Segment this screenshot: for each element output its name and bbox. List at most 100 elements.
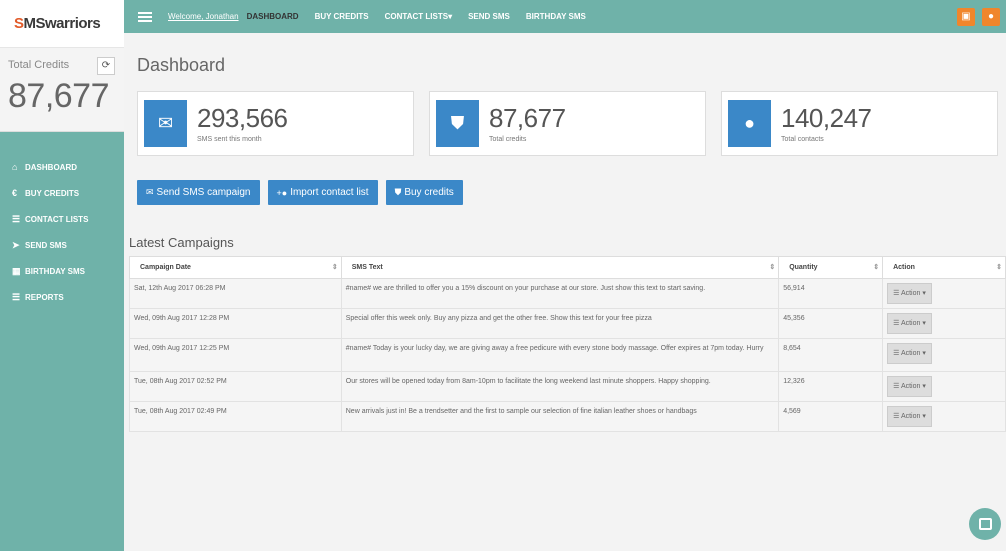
stat-value: 140,247 [781, 103, 872, 133]
column-header-action[interactable]: Action ⇕ [882, 256, 1006, 279]
stat-card-sms-sent: ✉ 293,566 SMS sent this month [137, 91, 414, 156]
table-row: Wed, 09th Aug 2017 12:28 PM Special offe… [129, 308, 1006, 339]
column-header-quantity[interactable]: Quantity ⇕ [778, 256, 884, 279]
sidebar-item-label: BUY CREDITS [25, 188, 80, 198]
stat-card-credits: ⛊ 87,677 Total credits [429, 91, 706, 156]
stat-card-contacts: ● 140,247 Total contacts [721, 91, 998, 156]
cell-action: ☰ Action ▾ [882, 308, 1006, 339]
sidebar-item-reports[interactable]: ☰ REPORTS [0, 284, 124, 310]
shield-icon: ⛊ [394, 187, 402, 197]
sidebar-item-birthday-sms[interactable]: ▦ BIRTHDAY SMS [0, 258, 124, 284]
cell-sms-text: Special offer this week only. Buy any pi… [340, 308, 780, 339]
stat-value: 293,566 [197, 103, 288, 133]
list-icon: ☰ [893, 290, 901, 297]
sidebar-item-label: SEND SMS [25, 240, 67, 250]
sidebar-item-dashboard[interactable]: ⌂ DASHBOARD [0, 154, 124, 180]
sort-icon: ⇕ [769, 264, 776, 271]
nav-send-sms[interactable]: SEND SMS [468, 12, 510, 21]
import-contact-list-button[interactable]: +● Import contact list [267, 180, 378, 205]
cell-sms-text: #name# we are thrilled to offer you a 15… [340, 278, 780, 309]
caret-down-icon: ▾ [920, 383, 926, 390]
logo[interactable]: SMSwarriors [0, 0, 124, 48]
caret-down-icon: ▾ [448, 12, 453, 21]
welcome-link[interactable]: Welcome, Jonathan [168, 12, 239, 21]
cell-date: Sat, 12th Aug 2017 06:28 PM [129, 278, 342, 309]
stat-label: Total credits [489, 136, 527, 143]
calendar-icon: ▦ [12, 265, 21, 276]
user-icon[interactable]: ● [982, 8, 1000, 26]
gift-icon[interactable]: ▣ [957, 8, 975, 26]
nav-contact-lists[interactable]: CONTACT LISTS▾ [385, 12, 452, 21]
buy-credits-button[interactable]: ⛊ Buy credits [385, 180, 463, 205]
chat-icon[interactable] [969, 508, 1001, 540]
sidebar-item-label: BIRTHDAY SMS [25, 266, 86, 276]
nav-buy-credits[interactable]: BUY CREDITS [315, 12, 369, 21]
table-row: Tue, 08th Aug 2017 02:52 PM Our stores w… [129, 371, 1006, 402]
add-user-icon: +● [276, 187, 288, 198]
cell-quantity: 8,654 [778, 338, 884, 372]
sort-icon: ⇕ [873, 264, 880, 271]
sidebar-item-label: DASHBOARD [25, 162, 77, 172]
cell-sms-text: #name# Today is your lucky day, we are g… [340, 338, 780, 372]
euro-icon: € [12, 188, 18, 198]
list-icon: ☰ [12, 213, 21, 224]
column-header-date[interactable]: Campaign Date ⇕ [129, 256, 342, 279]
cell-date: Wed, 09th Aug 2017 12:25 PM [129, 338, 342, 372]
sidebar-item-send-sms[interactable]: ➤ SEND SMS [0, 232, 124, 258]
campaigns-table: Campaign Date ⇕ SMS Text ⇕ Quantity ⇕ Actio… [129, 256, 1006, 432]
cell-action: ☰ Action ▾ [882, 338, 1006, 372]
dashboard-icon: ⌂ [12, 162, 18, 172]
column-header-sms-text[interactable]: SMS Text ⇕ [340, 256, 780, 279]
action-dropdown-button[interactable]: ☰ Action ▾ [887, 343, 932, 364]
caret-down-icon: ▾ [920, 320, 926, 327]
cell-quantity: 45,356 [778, 308, 884, 339]
list-icon: ☰ [893, 320, 901, 327]
stat-label: Total contacts [781, 136, 824, 143]
sort-icon: ⇕ [331, 264, 338, 271]
cell-date: Tue, 08th Aug 2017 02:52 PM [129, 371, 342, 402]
page-title: Dashboard [137, 55, 226, 75]
table-row: Tue, 08th Aug 2017 02:49 PM New arrivals… [129, 401, 1006, 432]
cell-date: Wed, 09th Aug 2017 12:28 PM [129, 308, 342, 339]
send-sms-campaign-button[interactable]: ✉ Send SMS campaign [137, 180, 260, 205]
envelope-icon: ✉ [144, 100, 187, 147]
stat-label: SMS sent this month [197, 136, 262, 143]
sidebar-nav: ⌂ DASHBOARD € BUY CREDITS ☰ CONTACT LISTS ➤… [0, 132, 124, 310]
sort-icon: ⇕ [996, 264, 1002, 271]
sidebar-item-contact-lists[interactable]: ☰ CONTACT LISTS [0, 206, 124, 232]
credits-panel: Total Credits ⟳ 87,677 [0, 48, 124, 132]
table-row: Sat, 12th Aug 2017 06:28 PM #name# we ar… [129, 278, 1006, 309]
caret-down-icon: ▾ [920, 290, 926, 297]
menu-icon[interactable] [138, 11, 152, 22]
action-dropdown-button[interactable]: ☰ Action ▾ [887, 406, 932, 427]
brand-logo: SMSwarriors [14, 15, 101, 32]
shield-icon: ⛊ [436, 100, 479, 147]
list-icon: ☰ [893, 413, 901, 420]
cell-date: Tue, 08th Aug 2017 02:49 PM [129, 401, 342, 432]
cell-action: ☰ Action ▾ [882, 278, 1006, 309]
envelope-icon: ✉ [146, 187, 154, 197]
cell-quantity: 12,326 [778, 371, 884, 402]
cell-sms-text: Our stores will be opened today from 8am… [340, 371, 780, 402]
cell-action: ☰ Action ▾ [882, 371, 1006, 402]
main-content: Dashboard ✉ 293,566 SMS sent this month … [129, 33, 999, 250]
credits-value: 87,677 [8, 77, 110, 115]
action-dropdown-button[interactable]: ☰ Action ▾ [887, 313, 932, 334]
nav-birthday-sms[interactable]: BIRTHDAY SMS [526, 12, 586, 21]
action-dropdown-button[interactable]: ☰ Action ▾ [887, 283, 932, 304]
refresh-icon[interactable]: ⟳ [97, 57, 115, 75]
report-icon: ☰ [12, 291, 21, 302]
table-row: Wed, 09th Aug 2017 12:25 PM #name# Today… [129, 338, 1006, 372]
list-icon: ☰ [893, 350, 901, 357]
cell-sms-text: New arrivals just in! Be a trendsetter a… [340, 401, 780, 432]
nav-dashboard[interactable]: DASHBOARD [247, 12, 299, 21]
sidebar-item-label: CONTACT LISTS [25, 214, 89, 224]
caret-down-icon: ▾ [920, 413, 926, 420]
cell-action: ☰ Action ▾ [882, 401, 1006, 432]
user-icon: ● [728, 100, 771, 147]
action-dropdown-button[interactable]: ☰ Action ▾ [887, 376, 932, 397]
sidebar-item-buy-credits[interactable]: € BUY CREDITS [0, 180, 124, 206]
stat-value: 87,677 [489, 103, 566, 133]
list-icon: ☰ [893, 383, 901, 390]
sidebar-item-label: REPORTS [25, 292, 64, 302]
